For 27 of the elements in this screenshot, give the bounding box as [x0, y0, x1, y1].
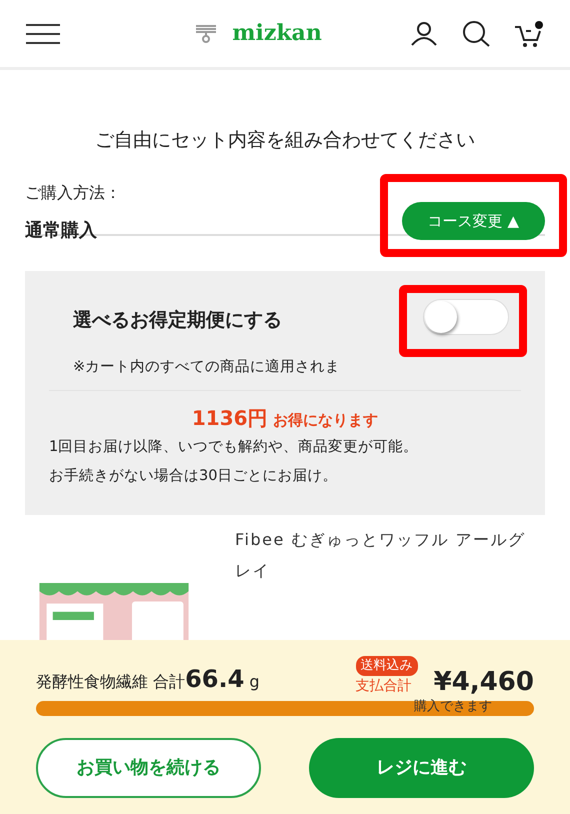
saving-text: お得になります: [273, 411, 378, 430]
course-change-button[interactable]: コース変更 ▲: [402, 202, 545, 240]
fiber-total-value: 66.4: [185, 664, 244, 692]
purchase-status: 購入できます: [414, 698, 492, 714]
shipping-included-badge: 送料込み: [356, 656, 418, 676]
purchase-method-label: ご購入方法：: [25, 182, 122, 204]
subscription-info: 1回目お届け以降、いつでも解約や、商品変更が可能。: [49, 438, 420, 458]
subscription-info: お手続きがない場合は30日ごとにお届け。: [49, 466, 338, 486]
subscription-toggle[interactable]: [423, 298, 509, 334]
cart-icon[interactable]: [514, 20, 544, 48]
product-title: Fibee むぎゅっとワッフル アールグレイ: [235, 529, 526, 582]
fiber-total-label: 発酵性食物繊維 合計: [36, 672, 186, 690]
saving-amount: 1136円: [192, 406, 268, 430]
fiber-unit: g: [249, 672, 260, 690]
user-icon[interactable]: [410, 22, 438, 46]
payment-total: ¥4,460: [434, 668, 534, 696]
payment-total-label: 支払合計: [356, 676, 412, 696]
checkout-button[interactable]: レジに進む: [309, 738, 534, 798]
logo-icon: [196, 24, 216, 42]
purchase-method: 通常購入: [25, 218, 97, 242]
menu-icon[interactable]: [26, 24, 60, 44]
subscription-title: 選べるお得定期便にする: [73, 308, 283, 334]
subscription-note: ※カート内のすべての商品に適用されま: [72, 358, 342, 376]
search-icon[interactable]: [462, 20, 490, 46]
brand-logo[interactable]: mizkan: [232, 17, 322, 50]
headline: ご自由にセット内容を組み合わせてください: [94, 128, 476, 153]
continue-shopping-button[interactable]: お買い物を続ける: [36, 738, 262, 798]
